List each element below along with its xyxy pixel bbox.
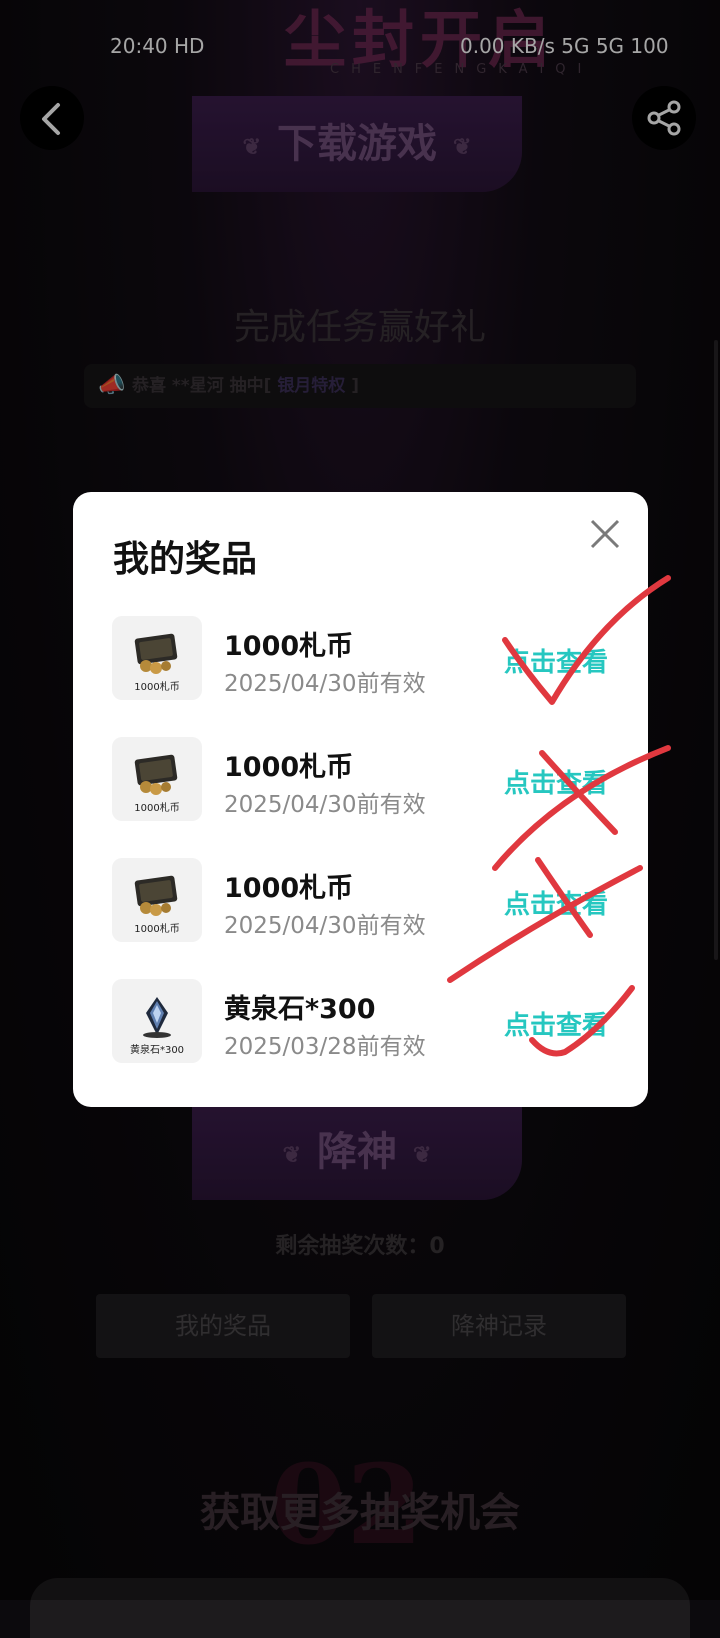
prize-row: 1000札币 1000札币 2025/04/30前有效 点击查看 <box>112 858 612 944</box>
my-prizes-modal: 我的奖品 1000札币 1000札币 2025/04/30前有效 点击查看 10… <box>73 492 648 1107</box>
prize-caption: 1000札币 <box>134 924 180 935</box>
prize-caption: 1000札币 <box>134 682 180 693</box>
prize-thumbnail: 1000札币 <box>112 737 202 821</box>
prize-validity: 2025/03/28前有效 <box>224 1034 426 1060</box>
prize-validity: 2025/04/30前有效 <box>224 913 426 939</box>
view-prize-link[interactable]: 点击查看 <box>504 884 608 921</box>
prize-name: 1000札币 <box>224 752 354 783</box>
close-button[interactable] <box>583 512 627 556</box>
prize-validity: 2025/04/30前有效 <box>224 671 426 697</box>
prize-row: 1000札币 1000札币 2025/04/30前有效 点击查看 <box>112 616 612 702</box>
prize-validity: 2025/04/30前有效 <box>224 792 426 818</box>
prize-caption: 1000札币 <box>134 803 180 814</box>
prize-name: 1000札币 <box>224 873 354 904</box>
prize-caption: 黄泉石*300 <box>129 1045 185 1056</box>
coin-card-icon <box>134 875 178 916</box>
prize-row: 1000札币 1000札币 2025/04/30前有效 点击查看 <box>112 737 612 823</box>
view-prize-link[interactable]: 点击查看 <box>504 642 608 679</box>
coin-card-icon <box>134 633 178 674</box>
prize-name: 1000札币 <box>224 631 354 662</box>
prize-row: 黄泉石*300 黄泉石*300 2025/03/28前有效 点击查看 <box>112 979 612 1065</box>
coin-card-icon <box>134 754 178 795</box>
crystal-icon <box>143 997 171 1038</box>
view-prize-link[interactable]: 点击查看 <box>504 763 608 800</box>
view-prize-link[interactable]: 点击查看 <box>504 1005 608 1042</box>
modal-title: 我的奖品 <box>113 539 258 580</box>
prize-thumbnail: 1000札币 <box>112 616 202 700</box>
prize-thumbnail: 黄泉石*300 <box>112 979 202 1063</box>
prize-thumbnail: 1000札币 <box>112 858 202 942</box>
prize-name: 黄泉石*300 <box>224 994 376 1025</box>
close-icon <box>590 519 620 549</box>
